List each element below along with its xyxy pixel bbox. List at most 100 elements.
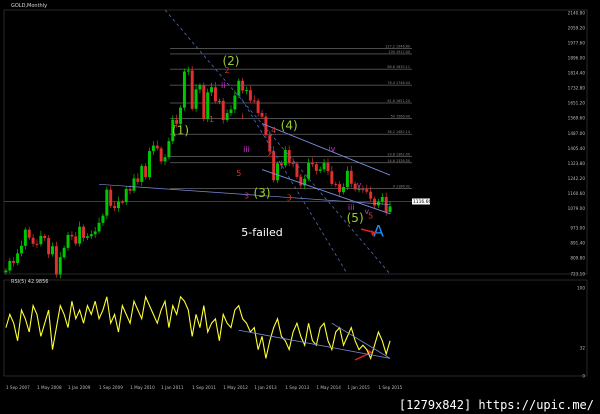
- wave-label: 5-failed: [241, 226, 282, 239]
- candle-body: [279, 163, 283, 166]
- candle-body: [23, 229, 27, 246]
- candle-body: [136, 178, 140, 182]
- candle-body: [78, 226, 82, 244]
- watermark-label: [1279x842] https://upic.me/: [396, 398, 596, 412]
- candle-body: [82, 226, 86, 238]
- candle-body: [272, 151, 276, 181]
- candle-body: [233, 95, 237, 110]
- price-tick-label: 1977.60: [568, 40, 586, 45]
- candle-body: [338, 184, 342, 193]
- price-tick-label: 1405.40: [568, 146, 586, 151]
- price-tick-label: 1160.60: [568, 191, 586, 196]
- candle-body: [310, 162, 314, 165]
- candle-body: [19, 245, 23, 254]
- candle-body: [345, 170, 349, 188]
- wave-label: 4: [271, 126, 276, 135]
- candle-body: [330, 171, 334, 184]
- candle-body: [132, 178, 136, 191]
- wave-label: (3): [254, 186, 271, 200]
- fib-level-label: 14.6 1326.50: [387, 159, 410, 163]
- candle-body: [307, 162, 311, 179]
- wave-label: ii: [221, 81, 225, 90]
- fib-level-label: 100 1917.40: [388, 50, 410, 54]
- candle-body: [151, 145, 155, 152]
- candle-body: [120, 201, 124, 203]
- price-tick-label: 723.10: [570, 272, 585, 277]
- candle-body: [74, 236, 78, 244]
- x-axis-label: 1 May 2014: [316, 385, 341, 390]
- current-price-value: 1116.66: [413, 199, 431, 205]
- wave-label: iii: [243, 145, 250, 154]
- fib-level-label: 50 1566.40: [391, 115, 410, 119]
- wave-label: (1): [172, 124, 189, 138]
- candle-body: [58, 257, 62, 275]
- candle-body: [85, 236, 89, 238]
- wave-label: (4): [281, 118, 298, 132]
- candle-body: [128, 188, 132, 191]
- x-axis-label: 1 May 2008: [37, 385, 62, 390]
- x-axis-label: 1 Jan 2009: [68, 385, 91, 390]
- candle-body: [256, 100, 260, 113]
- candle-body: [167, 141, 171, 158]
- x-axis-label: 1 Jan 2013: [254, 385, 277, 390]
- price-tick-label: 1814.40: [568, 70, 586, 75]
- fib-level-label: 76.4 1748.44: [387, 81, 410, 85]
- candle-body: [27, 229, 31, 238]
- price-tick-label: 1079.00: [568, 206, 586, 211]
- candle-body: [237, 80, 241, 96]
- candle-body: [291, 163, 295, 165]
- candle-body: [314, 164, 318, 171]
- candle-body: [35, 243, 39, 245]
- candle-body: [140, 166, 144, 182]
- candle-body: [62, 247, 66, 258]
- price-tick-label: 891.40: [570, 240, 585, 245]
- candle-body: [326, 162, 330, 172]
- rsi-tick-label: 0: [582, 374, 585, 379]
- wave-label: v: [357, 180, 362, 189]
- candle-body: [380, 197, 384, 202]
- candle-body: [276, 163, 280, 181]
- candle-body: [89, 234, 93, 237]
- wave-label: 3: [287, 193, 292, 202]
- rsi-title: RSI(5) 42.9856: [11, 279, 48, 285]
- candle-body: [93, 231, 97, 235]
- candle-body: [4, 270, 8, 273]
- wave-label: 5: [236, 169, 241, 178]
- candle-body: [116, 201, 120, 209]
- wave-label: 2: [267, 150, 272, 159]
- fib-level-label: 88.6 1835.11: [387, 65, 410, 69]
- candle-body: [213, 87, 217, 102]
- wave-label: 3: [244, 191, 249, 200]
- candle-body: [248, 90, 252, 101]
- price-tick-label: 2140.80: [568, 10, 586, 15]
- candle-body: [51, 246, 54, 255]
- candle-body: [229, 109, 233, 113]
- x-axis-label: 1 Sep 2013: [285, 385, 309, 390]
- candle-body: [252, 100, 256, 102]
- candle-body: [179, 107, 183, 124]
- candle-body: [163, 157, 167, 162]
- price-tick-label: 1569.60: [568, 116, 586, 121]
- chart-canvas: 127.2 1946.80100 1917.40 88.6 1835.11 76.4…: [0, 0, 600, 414]
- candle-body: [190, 70, 194, 109]
- price-tick-label: 1323.80: [568, 161, 586, 166]
- candle-body: [124, 188, 128, 203]
- candle-body: [182, 71, 186, 108]
- x-axis-label: 1 Sep 2011: [192, 385, 216, 390]
- x-axis-label: 1 Jan 2011: [161, 385, 184, 390]
- price-tick-label: 809.80: [570, 256, 585, 261]
- candle-body: [159, 148, 163, 162]
- candle-body: [349, 170, 353, 184]
- candle-body: [8, 260, 12, 271]
- candle-body: [144, 166, 148, 178]
- candle-body: [260, 112, 264, 117]
- candle-body: [47, 238, 51, 255]
- price-tick-label: 1651.20: [568, 101, 586, 106]
- candle-body: [70, 234, 74, 237]
- candle-body: [361, 189, 365, 191]
- candle-body: [186, 70, 190, 72]
- price-tick-label: 1732.80: [568, 85, 586, 90]
- candle-body: [322, 162, 326, 170]
- candle-body: [221, 100, 225, 120]
- price-tick-label: 1242.20: [568, 176, 586, 181]
